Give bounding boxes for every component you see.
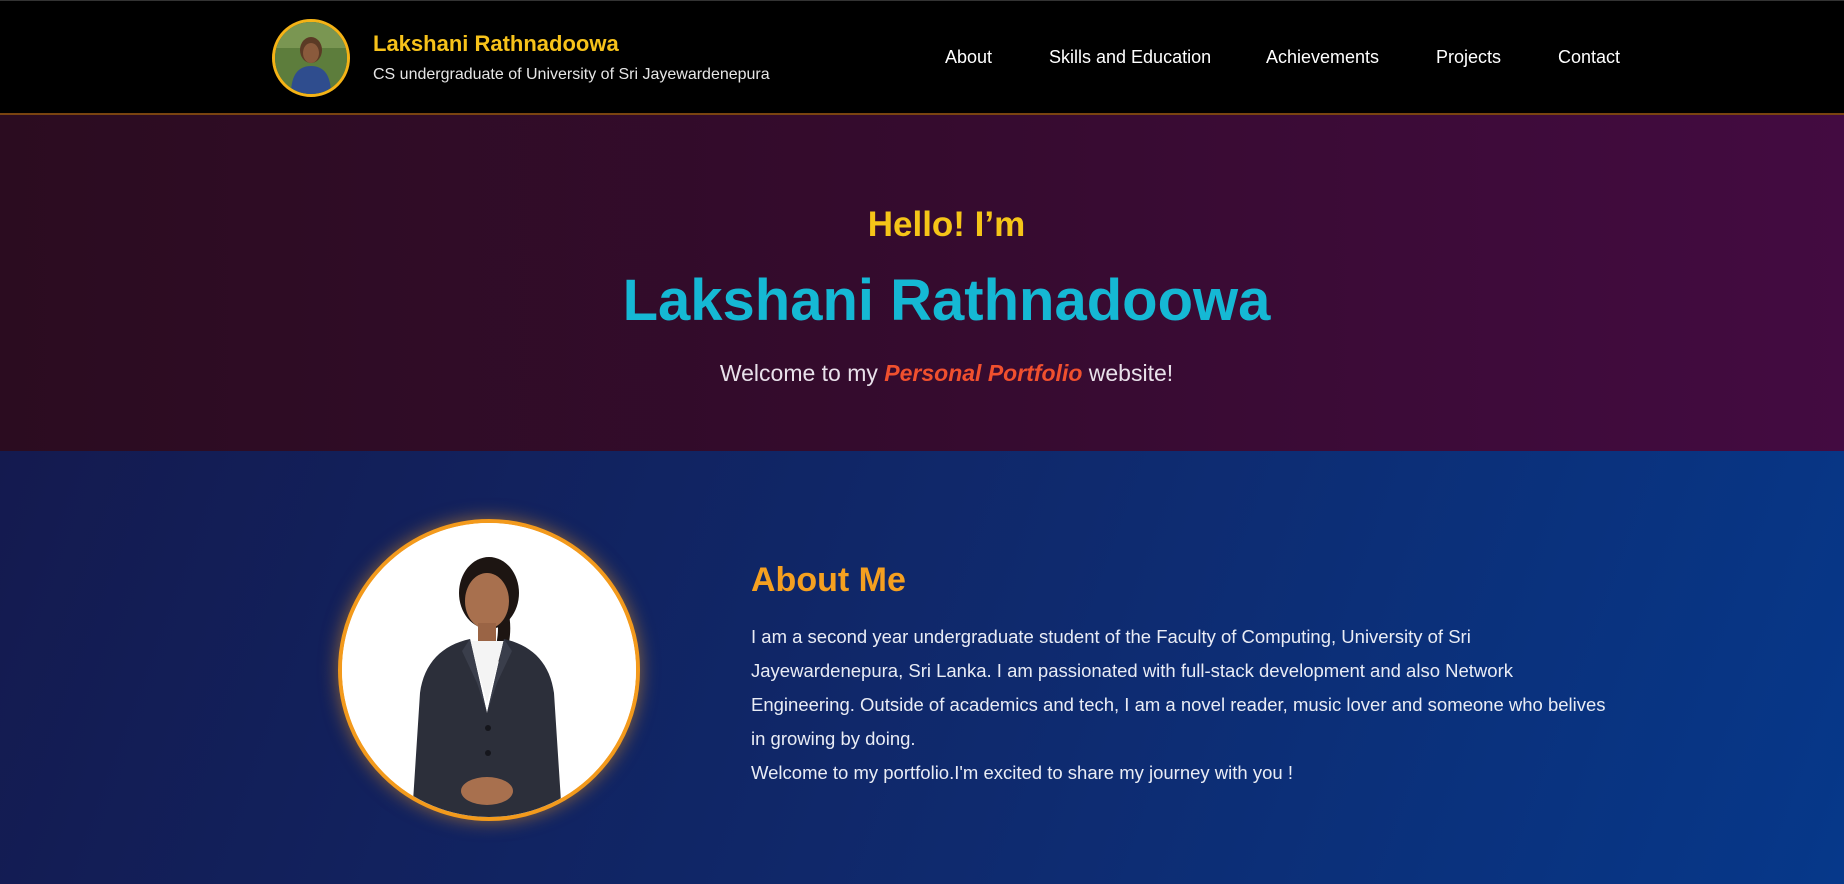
about-paragraph: I am a second year undergraduate student… [751,626,1606,749]
hero-name: Lakshani Rathnadoowa [622,268,1271,333]
main-nav: About Skills and Education Achievements … [0,47,1844,71]
nav-item-about[interactable]: About [945,47,992,68]
nav-item-projects[interactable]: Projects [1436,47,1501,68]
about-title: About Me [751,561,906,599]
hero-welcome-highlight: Personal Portfolio [884,360,1083,386]
hero-welcome-after: website! [1088,360,1174,386]
about-photo [338,519,640,821]
nav-item-skills-and-education[interactable]: Skills and Education [1049,47,1211,68]
hero-section: Hello! I’m Lakshani Rathnadoowa Welcome … [0,115,1844,451]
nav-item-contact[interactable]: Contact [1558,47,1620,68]
hero-welcome-before: Welcome to my [719,360,878,386]
portrait-photo-icon [342,523,636,817]
about-section: About Me I am a second year undergraduat… [0,451,1844,884]
about-text: I am a second year undergraduate student… [751,620,1621,790]
about-closing: Welcome to my portfolio.I'm excited to s… [751,762,1293,783]
hero-welcome: Welcome to my Personal Portfolio website… [0,360,1844,387]
site-header: Lakshani Rathnadoowa CS undergraduate of… [0,0,1844,115]
nav-item-achievements[interactable]: Achievements [1266,47,1379,68]
hero-greeting: Hello! I’m [867,205,1026,244]
